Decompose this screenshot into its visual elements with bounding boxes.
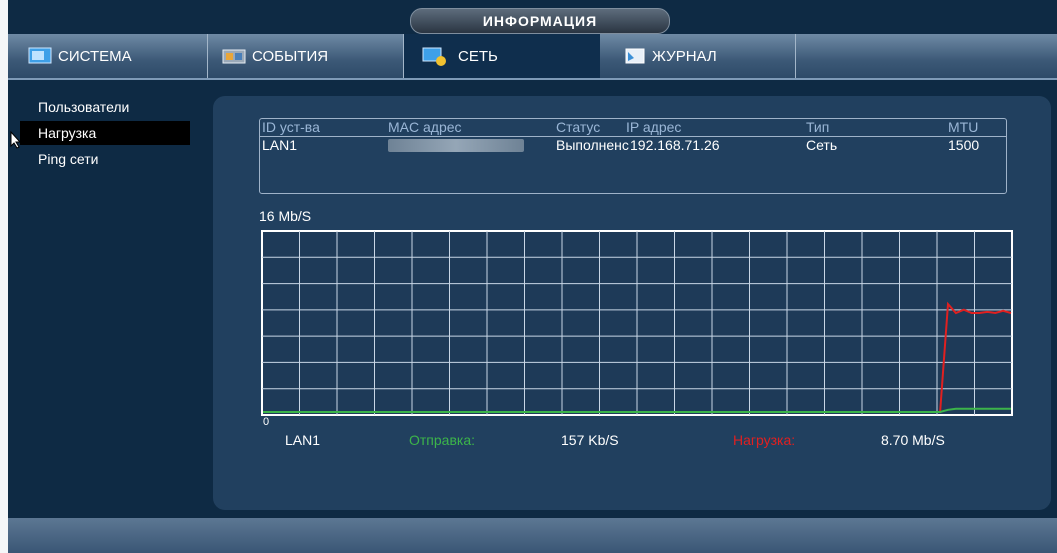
cell-type: Сеть	[806, 137, 838, 153]
tab-bar: СИСТЕМА СОБЫТИЯ СЕТЬ ЖУРНАЛ	[8, 34, 1057, 80]
cell-status: Выполненс	[556, 137, 629, 153]
chart-zero-label: 0	[263, 416, 270, 428]
load-panel: ID уст-ва MAC адрес Статус IP адрес Тип …	[213, 96, 1051, 510]
col-header-id: ID уст-ва	[262, 119, 320, 135]
tab-network-label: СЕТЬ	[458, 47, 498, 65]
stat-load-value: 8.70 Mb/S	[881, 432, 945, 448]
journal-icon	[622, 46, 648, 66]
stat-interface: LAN1	[285, 432, 321, 448]
tab-journal[interactable]: ЖУРНАЛ	[600, 34, 796, 78]
stat-load-label: Нагрузка:	[733, 432, 796, 448]
sidebar-item-ping[interactable]: Ping сети	[20, 147, 190, 171]
tab-network[interactable]: СЕТЬ	[404, 34, 600, 78]
network-icon	[422, 46, 448, 66]
chart-scale-label: 16 Mb/S	[259, 208, 312, 224]
sidebar-item-load[interactable]: Нагрузка	[20, 121, 190, 145]
page-title: ИНФОРМАЦИЯ	[410, 8, 670, 34]
col-header-status: Статус	[556, 119, 601, 135]
tab-events-label: СОБЫТИЯ	[252, 47, 329, 65]
stat-send-value: 157 Kb/S	[561, 432, 619, 448]
events-icon	[222, 46, 248, 66]
dvr-screen: ИНФОРМАЦИЯ СИСТЕМА СОБЫТИЯ СЕТЬ ЖУРНАЛ П…	[8, 0, 1057, 553]
tab-system-label: СИСТЕМА	[58, 47, 132, 65]
system-icon	[28, 46, 54, 66]
mouse-cursor-icon	[10, 130, 22, 154]
tab-events[interactable]: СОБЫТИЯ	[208, 34, 404, 78]
stat-send-label: Отправка:	[409, 432, 476, 448]
col-header-type: Тип	[806, 119, 830, 135]
footer-bar	[8, 518, 1057, 553]
bandwidth-chart	[261, 230, 1013, 416]
col-header-ip: IP адрес	[626, 119, 682, 135]
tab-journal-label: ЖУРНАЛ	[652, 47, 717, 65]
cell-mac-blurred	[388, 139, 524, 152]
col-header-mac: MAC адрес	[388, 119, 462, 135]
cell-id: LAN1	[262, 137, 298, 153]
cell-ip: 192.168.71.26	[630, 137, 720, 153]
sidebar-item-users[interactable]: Пользователи	[20, 95, 190, 119]
tab-system[interactable]: СИСТЕМА	[8, 34, 208, 78]
col-header-mtu: MTU	[948, 119, 979, 135]
network-table: ID уст-ва MAC адрес Статус IP адрес Тип …	[259, 118, 1007, 194]
cell-mtu: 1500	[948, 137, 980, 153]
